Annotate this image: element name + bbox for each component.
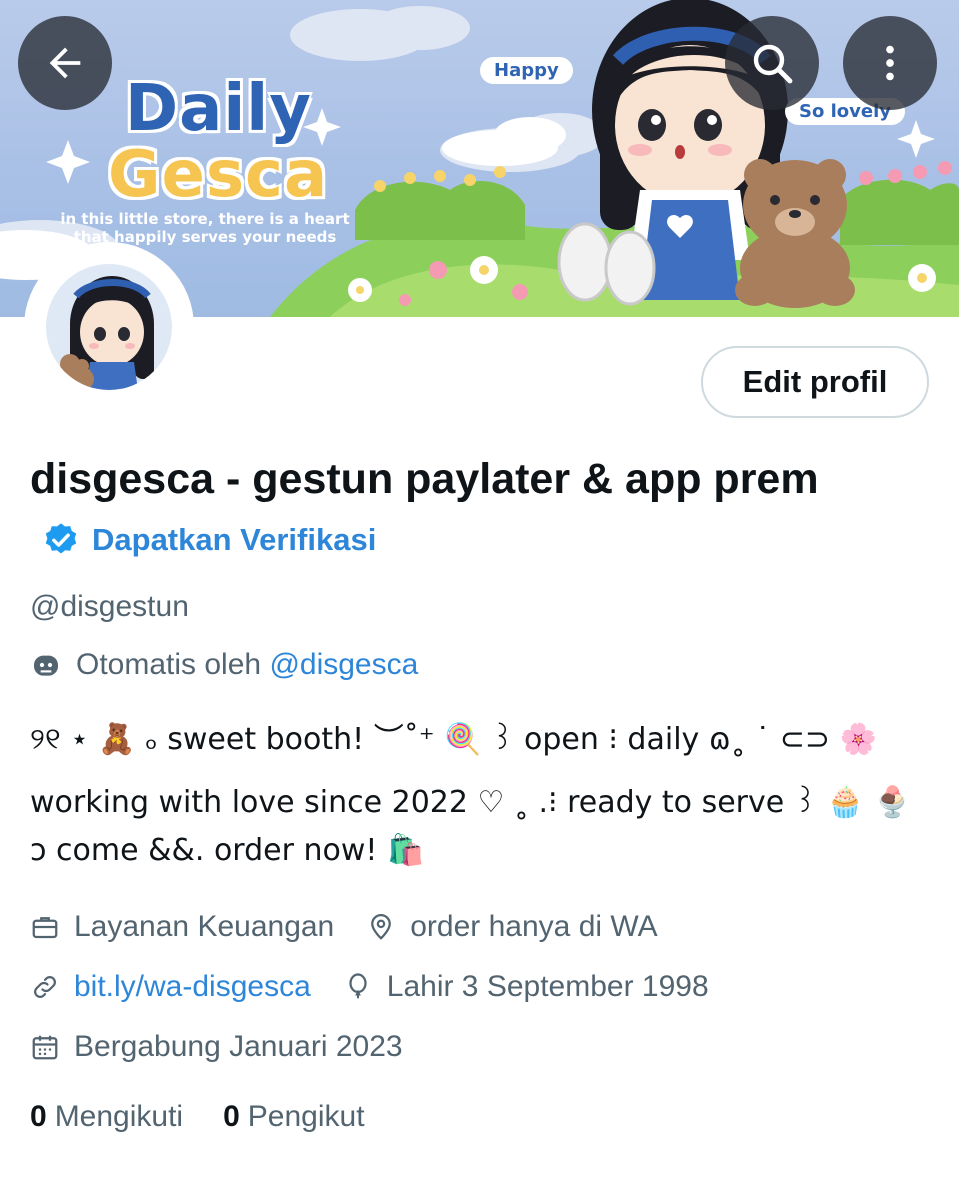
automated-label: Otomatis oleh @disgesca — [30, 648, 418, 682]
more-vertical-icon — [867, 40, 913, 86]
verified-badge-icon — [42, 521, 80, 559]
location-pin-icon — [366, 912, 396, 942]
display-name: disgesca - gestun paylater & app prem — [30, 455, 819, 503]
website-link[interactable]: bit.ly/wa-disgesca — [74, 970, 311, 1004]
briefcase-icon — [30, 912, 60, 942]
bio-line-1: ୨୧ ⋆ 🧸 ₒ sweet booth! ︶˚⁺ 🍭 ꒱ open ⁝ dai… — [30, 722, 877, 757]
banner-brand-line2: Gesca — [108, 138, 329, 212]
profile-meta-row-1: Layanan Keuangan order hanya di WA — [30, 910, 690, 944]
arrow-left-icon — [42, 40, 88, 86]
birthday-item: Lahir 3 September 1998 — [343, 970, 709, 1004]
followers-count: 0 — [223, 1100, 240, 1133]
get-verified-link[interactable]: Dapatkan Verifikasi — [92, 509, 376, 571]
joined-text: Bergabung Januari 2023 — [74, 1030, 403, 1063]
followers-stat[interactable]: 0 Pengikut — [223, 1100, 364, 1134]
following-stat[interactable]: 0 Mengikuti — [30, 1100, 183, 1134]
avatar-image — [46, 264, 172, 390]
banner-brand-line1: Daily — [125, 72, 312, 146]
joined-item: Bergabung Januari 2023 — [30, 1030, 403, 1064]
following-count: 0 — [30, 1100, 47, 1133]
back-button[interactable] — [18, 16, 112, 110]
automated-prefix: Otomatis oleh — [76, 648, 262, 681]
location-text: order hanya di WA — [410, 910, 658, 943]
banner-tagline: in this little store, there is a heart t… — [60, 210, 350, 246]
bio-line-2: working with love since 2022 ♡ ˳ .⁝ read… — [30, 785, 911, 820]
robot-icon — [30, 649, 62, 681]
automated-by-link[interactable]: @disgesca — [269, 648, 418, 681]
search-icon — [748, 39, 796, 87]
user-handle: @disgestun — [30, 590, 189, 623]
website-item: bit.ly/wa-disgesca — [30, 970, 311, 1004]
category-text: Layanan Keuangan — [74, 910, 335, 943]
calendar-icon — [30, 1032, 60, 1062]
followers-label: Pengikut — [247, 1100, 365, 1133]
location-item: order hanya di WA — [366, 910, 658, 944]
bio-line-3: ↄ come &&. order now! 🛍️ — [30, 833, 425, 868]
display-name-block: disgesca - gestun paylater & app prem Da… — [30, 448, 910, 575]
profile-meta-row-3: Bergabung Januari 2023 — [30, 1030, 435, 1064]
category-item: Layanan Keuangan — [30, 910, 334, 944]
search-button[interactable] — [725, 16, 819, 110]
avatar[interactable] — [24, 242, 194, 412]
birthday-text: Lahir 3 September 1998 — [386, 970, 709, 1003]
following-label: Mengikuti — [54, 1100, 184, 1133]
follow-stats: 0 Mengikuti 0 Pengikut — [30, 1100, 365, 1134]
more-options-button[interactable] — [843, 16, 937, 110]
banner-pill-happy: Happy — [480, 57, 573, 84]
edit-profile-button[interactable]: Edit profil — [701, 346, 929, 418]
link-icon — [30, 972, 60, 1002]
balloon-icon — [343, 972, 373, 1002]
profile-meta-row-2: bit.ly/wa-disgesca Lahir 3 September 199… — [30, 970, 741, 1004]
